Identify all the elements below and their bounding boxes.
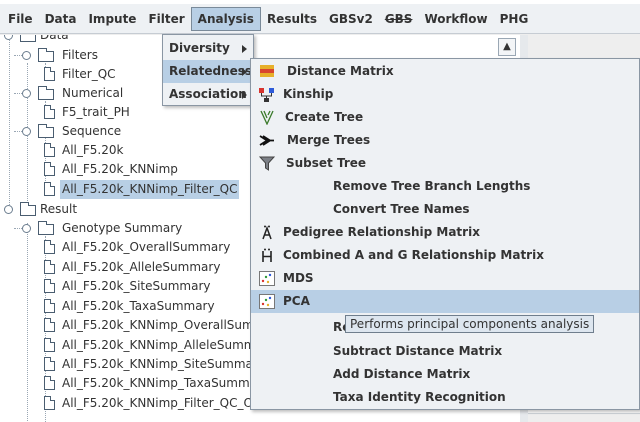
collapse-icon[interactable] [4,35,13,40]
collapse-icon[interactable] [22,89,31,98]
menu-item-relatedness[interactable]: Relatedness [163,60,253,83]
menu-gbsv2[interactable]: GBSv2 [323,7,379,31]
menu-item-create-tree[interactable]: Create Tree [251,106,639,129]
menu-item-add-distance-matrix[interactable]: Add Distance Matrix [251,363,639,386]
folder-icon [38,124,54,138]
menu-item-pedigree-matrix[interactable]: Pedigree Relationship Matrix [251,221,639,244]
menu-item-combined-matrix[interactable]: Combined A and G Relationship Matrix [251,244,639,267]
relatedness-submenu: Distance Matrix Kinship Create Tree Merg… [250,58,640,410]
menu-item-distance-matrix[interactable]: Distance Matrix [251,60,639,83]
menu-item-pca[interactable]: PCA [251,290,639,313]
document-icon [44,162,55,176]
document-icon [44,396,55,410]
collapse-icon[interactable] [4,205,13,214]
menu-analysis[interactable]: Analysis [190,6,261,31]
menu-item-mds[interactable]: MDS [251,267,639,290]
menu-file[interactable]: File [2,7,39,31]
document-icon [44,260,55,274]
folder-icon [38,221,54,235]
document-icon [44,376,55,390]
menu-item-association[interactable]: Association [163,83,253,106]
pedigree-icon [262,225,272,240]
submenu-arrow-icon [242,45,247,53]
menu-item-subset-tree[interactable]: Subset Tree [251,152,639,175]
analysis-menu: Diversity Relatedness Association [162,34,254,106]
collapse-icon[interactable] [22,127,31,136]
menu-results[interactable]: Results [261,7,323,31]
menu-gbs[interactable]: GBS [379,7,419,31]
kinship-icon [259,88,274,102]
subset-tree-icon [259,156,275,171]
pca-icon [259,294,275,309]
menu-item-remove-branch-lengths[interactable]: Remove Tree Branch Lengths [251,175,639,198]
submenu-arrow-icon [242,68,247,76]
mds-icon [259,271,275,286]
menu-workflow[interactable]: Workflow [418,7,493,31]
menu-item-subtract-distance-matrix[interactable]: Subtract Distance Matrix [251,340,639,363]
folder-icon [20,35,36,42]
menu-filter[interactable]: Filter [142,7,190,31]
document-icon [44,182,55,196]
menu-phg[interactable]: PHG [494,7,535,31]
collapse-icon[interactable] [22,51,31,60]
menu-bar: File Data Impute Filter Analysis Results… [0,4,640,34]
collapse-icon[interactable] [22,224,31,233]
document-icon [44,318,55,332]
menu-data[interactable]: Data [39,7,83,31]
scroll-up-button[interactable]: ▲ [498,38,516,56]
create-tree-icon [260,110,274,125]
menu-item-merge-trees[interactable]: Merge Trees [251,129,639,152]
menu-item-convert-tree-names[interactable]: Convert Tree Names [251,198,639,221]
document-icon [44,357,55,371]
folder-icon [38,86,54,100]
document-icon [44,105,55,119]
document-icon [44,143,55,157]
menu-item-diversity[interactable]: Diversity [163,37,253,60]
document-icon [44,299,55,313]
document-icon [44,67,55,81]
submenu-arrow-icon [242,91,247,99]
menu-impute[interactable]: Impute [82,7,142,31]
document-icon [44,338,55,352]
menu-item-taxa-identity[interactable]: Taxa Identity Recognition [251,386,639,409]
folder-icon [20,202,36,216]
pca-tooltip: Performs principal components analysis [345,315,595,333]
distance-matrix-icon [260,65,274,77]
menu-item-kinship[interactable]: Kinship [251,83,639,106]
document-icon [44,240,55,254]
combined-matrix-icon [262,248,272,262]
folder-icon [38,48,54,62]
document-icon [44,279,55,293]
merge-trees-icon [259,135,274,146]
